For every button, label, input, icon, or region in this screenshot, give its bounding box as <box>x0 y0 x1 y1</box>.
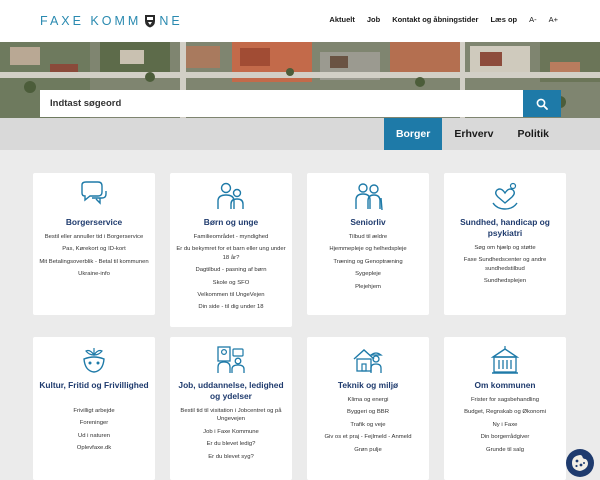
card-title: Sundhed, handicap og psykiatri <box>460 217 550 238</box>
card-link[interactable]: Frivilligt arbejde <box>39 407 149 415</box>
card-link[interactable]: Søg om hjælp og støtte <box>450 244 560 252</box>
tab-erhverv[interactable]: Erhverv <box>442 118 505 150</box>
card-title: Kultur, Fritid og Frivillighed <box>39 380 149 390</box>
site-header: FAXE KOMM NE Aktuelt Job Kontakt og åbni… <box>0 0 600 42</box>
card-title: Om kommunen <box>474 380 536 390</box>
nav-aktuelt[interactable]: Aktuelt <box>329 15 354 24</box>
nav-kontakt[interactable]: Kontakt og åbningstider <box>392 15 478 24</box>
card-link[interactable]: Er du blevet ledig? <box>176 440 286 448</box>
card-link[interactable]: Giv os et praj - Fejlmeld - Anmeld <box>313 433 423 441</box>
card-link[interactable]: Grøn pulje <box>313 446 423 454</box>
card-om-kommunen[interactable]: Om kommunen Frister for sagsbehandling B… <box>444 337 566 480</box>
card-link[interactable]: Klima og energi <box>313 396 423 404</box>
mask-leaves-icon <box>83 348 105 373</box>
search-bar <box>40 90 561 117</box>
card-link[interactable]: Job i Faxe Kommune <box>176 428 286 436</box>
card-link-list: Familieområdet - myndighed Er du bekymre… <box>176 233 286 316</box>
card-link-list: Søg om hjælp og støtte Faxe Sundhedscent… <box>450 244 560 290</box>
card-link[interactable]: Oplevfaxe.dk <box>39 444 149 452</box>
card-link-list: Bestil eller annuller tid i Borgerservic… <box>39 233 149 283</box>
nav-job[interactable]: Job <box>367 15 380 24</box>
card-link[interactable]: Hjemmepleje og helhedspleje <box>313 245 423 253</box>
tab-politik[interactable]: Politik <box>505 118 561 150</box>
card-link[interactable]: Plejehjem <box>313 283 423 291</box>
logo-text-right: NE <box>159 14 183 28</box>
card-link[interactable]: Er du bekymret for et barn eller ung und… <box>176 245 286 262</box>
tab-borger[interactable]: Borger <box>383 118 443 150</box>
card-link[interactable]: Bestil tid til visitation i Jobcentret o… <box>176 407 286 424</box>
card-link-list: Bestil tid til visitation i Jobcentret o… <box>176 407 286 465</box>
card-link[interactable]: Ukraine-info <box>39 270 149 278</box>
card-teknik[interactable]: Teknik og miljø Klima og energi Byggeri … <box>307 337 429 480</box>
heart-hand-icon <box>492 182 518 210</box>
card-title: Seniorliv <box>350 217 386 227</box>
search-button[interactable] <box>523 90 561 117</box>
search-input[interactable] <box>40 90 523 117</box>
card-title: Teknik og miljø <box>337 380 399 390</box>
card-title: Børn og unge <box>203 217 259 227</box>
font-increase-button[interactable]: A+ <box>549 15 558 24</box>
logo-text-left: FAXE KOMM <box>40 14 142 28</box>
font-decrease-button[interactable]: A- <box>529 15 537 24</box>
card-link[interactable]: Velkommen til UngeVejen <box>176 291 286 299</box>
card-borgerservice[interactable]: Borgerservice Bestil eller annuller tid … <box>33 173 155 315</box>
card-link[interactable]: Dagtilbud - pasning af børn <box>176 266 286 274</box>
card-link-list: Klima og energi Byggeri og BBR Trafik og… <box>313 396 423 458</box>
card-link[interactable]: Pas, Kørekort og ID-kort <box>39 245 149 253</box>
audience-tab-bar: Borger Erhverv Politik <box>0 118 600 150</box>
card-link[interactable]: Sundhedsplejen <box>450 277 560 285</box>
card-link[interactable]: Faxe Sundhedscenter og andre sundhedstil… <box>450 256 560 273</box>
elderly-couple-icon <box>355 183 383 211</box>
card-link[interactable]: Grunde til salg <box>450 446 560 454</box>
worker-house-icon <box>353 349 383 373</box>
card-link[interactable]: Ud i naturen <box>39 432 149 440</box>
speech-bubbles-icon <box>81 181 107 205</box>
card-boern-og-unge[interactable]: Børn og unge Familieområdet - myndighed … <box>170 173 292 327</box>
cookie-settings-button[interactable] <box>566 449 594 477</box>
card-title: Borgerservice <box>65 217 123 227</box>
nav-laes-op[interactable]: Læs op <box>490 15 517 24</box>
card-link-list: Frivilligt arbejde Foreninger Ud i natur… <box>39 407 149 457</box>
job-people-icon <box>217 346 245 373</box>
card-link[interactable]: Er du blevet syg? <box>176 453 286 461</box>
card-link[interactable]: Tilbud til ældre <box>313 233 423 241</box>
card-kultur[interactable]: Kultur, Fritid og Frivillighed Frivillig… <box>33 337 155 480</box>
card-job[interactable]: Job, uddannelse, ledighed og ydelser Bes… <box>170 337 292 480</box>
card-link[interactable]: Trafik og veje <box>313 421 423 429</box>
card-link[interactable]: Din borgerrådgiver <box>450 433 560 441</box>
card-link-list: Frister for sagsbehandling Budget, Regns… <box>450 396 560 458</box>
cookie-icon <box>572 455 588 471</box>
card-link[interactable]: Ny i Faxe <box>450 421 560 429</box>
top-nav: Aktuelt Job Kontakt og åbningstider Læs … <box>329 15 558 24</box>
card-link[interactable]: Budget, Regnskab og Økonomi <box>450 408 560 416</box>
card-link[interactable]: Mit Betalingsoverblik - Betal til kommun… <box>39 258 149 266</box>
card-link[interactable]: Frister for sagsbehandling <box>450 396 560 404</box>
card-sundhed[interactable]: Sundhed, handicap og psykiatri Søg om hj… <box>444 173 566 315</box>
search-icon <box>536 98 548 110</box>
card-link[interactable]: Din side - til dig under 18 <box>176 303 286 311</box>
coat-of-arms-icon <box>145 15 156 28</box>
card-link[interactable]: Træning og Genoptræning <box>313 258 423 266</box>
card-title: Job, uddannelse, ledighed og ydelser <box>178 380 284 401</box>
town-hall-icon <box>490 346 520 374</box>
card-link[interactable]: Byggeri og BBR <box>313 408 423 416</box>
card-link[interactable]: Bestil eller annuller tid i Borgerservic… <box>39 233 149 241</box>
site-logo[interactable]: FAXE KOMM NE <box>40 13 183 29</box>
card-link[interactable]: Skole og SFO <box>176 279 286 287</box>
card-link-list: Tilbud til ældre Hjemmepleje og helhedsp… <box>313 233 423 295</box>
parent-child-icon <box>217 182 244 209</box>
card-link[interactable]: Foreninger <box>39 419 149 427</box>
card-link[interactable]: Sygepleje <box>313 270 423 278</box>
card-seniorliv[interactable]: Seniorliv Tilbud til ældre Hjemmepleje o… <box>307 173 429 315</box>
card-link[interactable]: Familieområdet - myndighed <box>176 233 286 241</box>
